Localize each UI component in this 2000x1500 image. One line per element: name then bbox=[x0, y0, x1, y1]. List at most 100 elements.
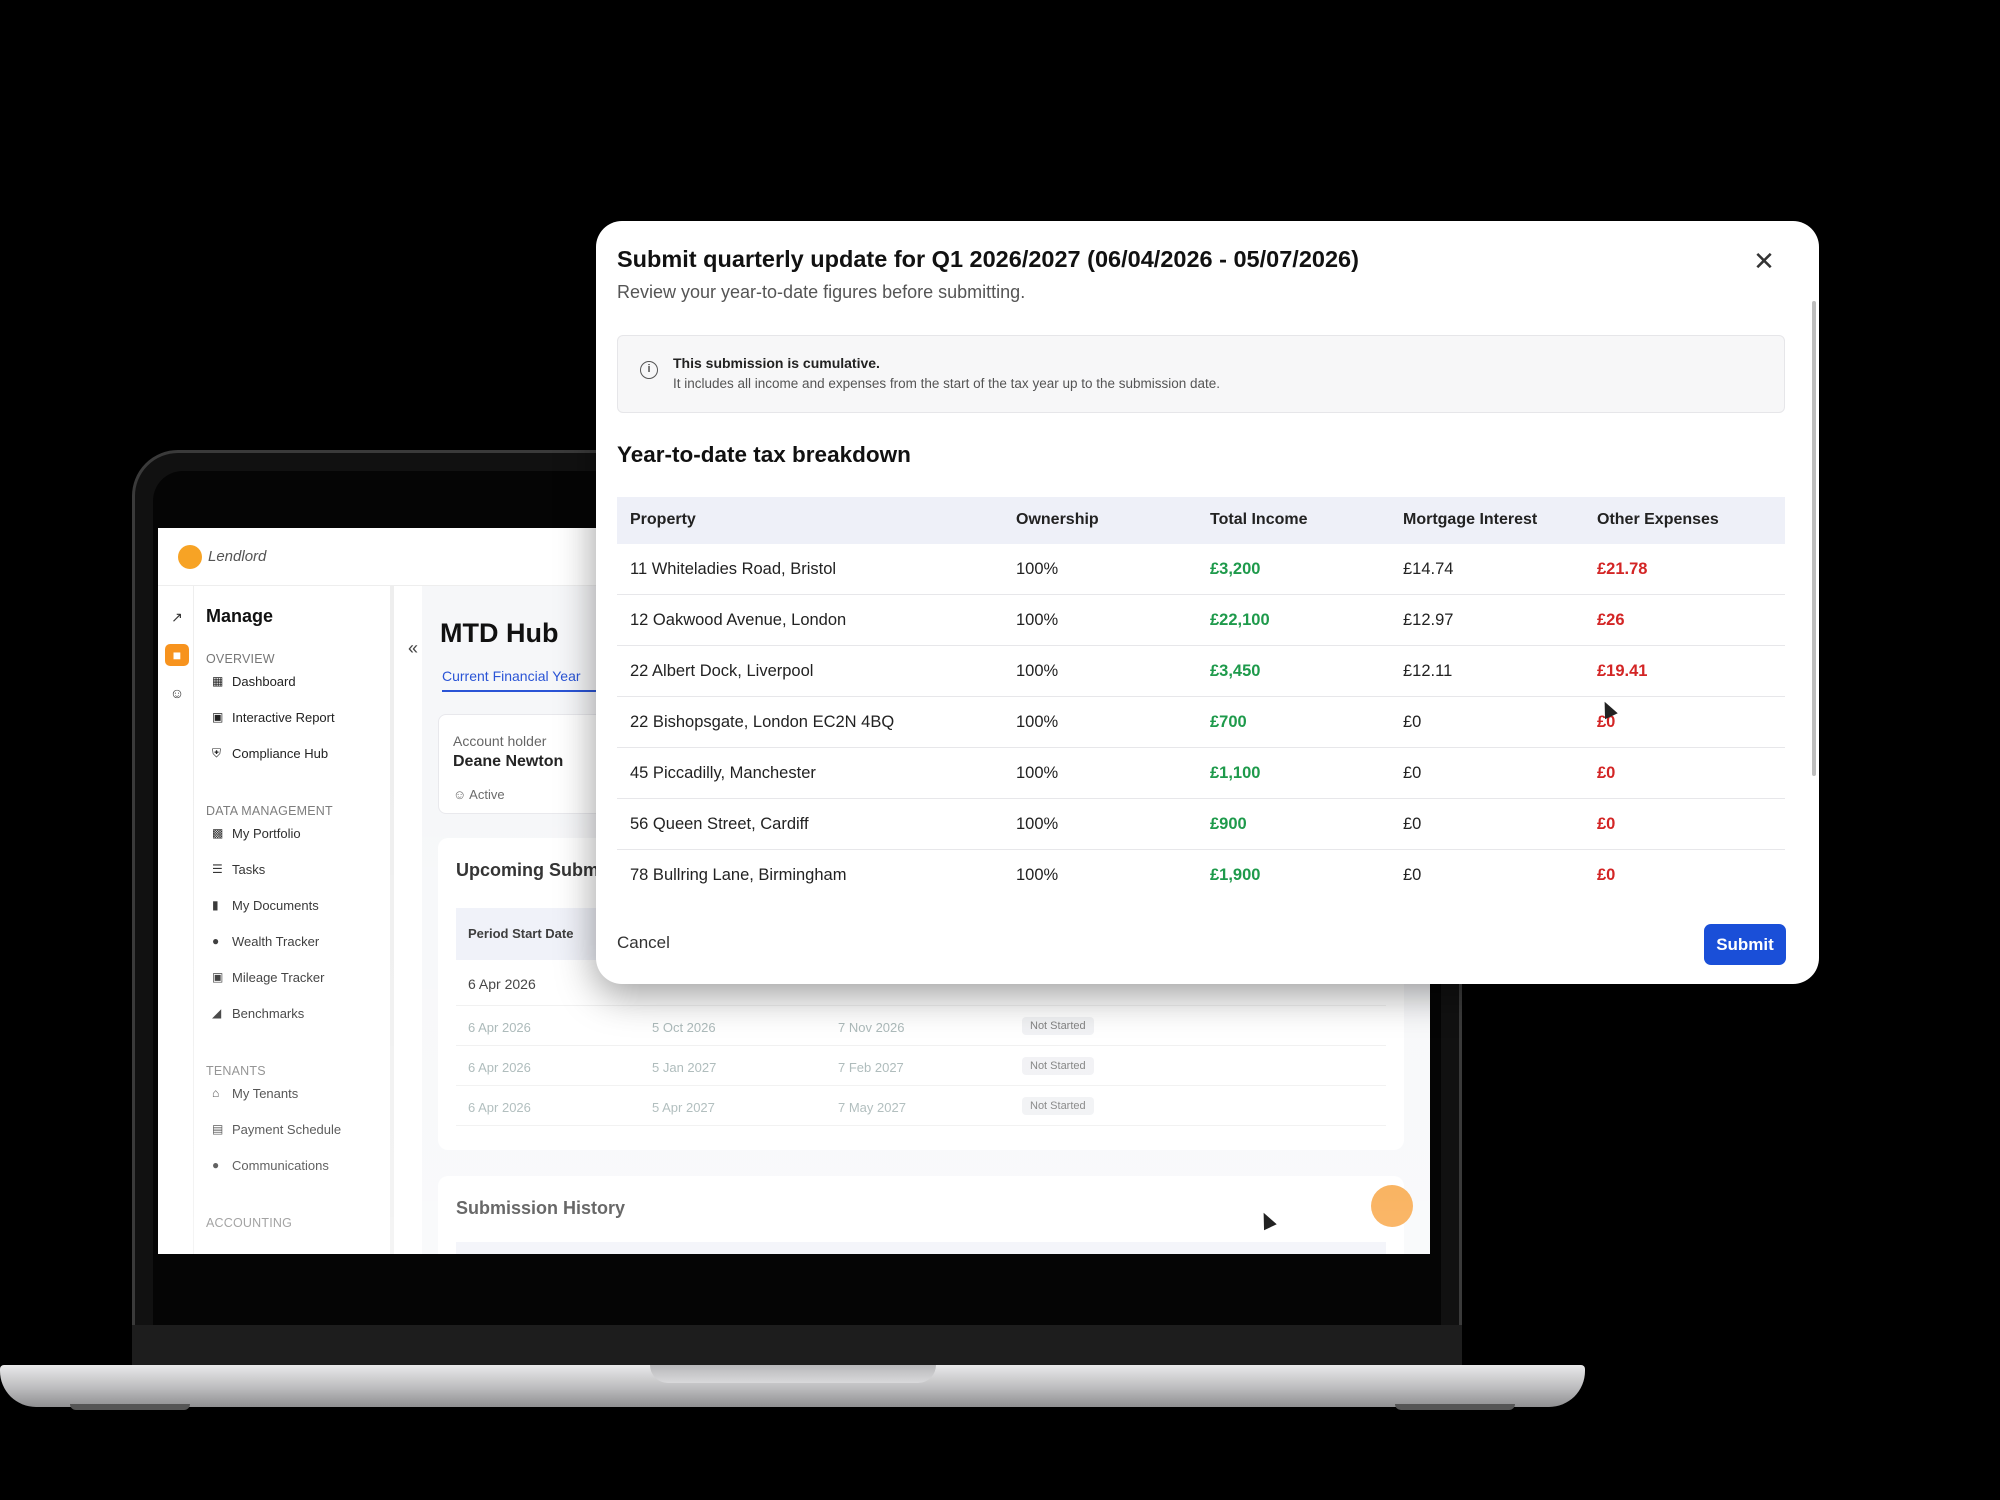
moneybag-icon: ● bbox=[212, 934, 220, 948]
laptop-bottom-bezel bbox=[132, 1325, 1462, 1370]
sidebar-item-label: Communications bbox=[232, 1157, 329, 1173]
period-end: 5 Oct 2026 bbox=[652, 1020, 716, 1035]
sidebar-item-wealth-tracker[interactable]: ● Wealth Tracker bbox=[212, 930, 319, 952]
other-expenses-cell: £0 bbox=[1597, 866, 1616, 884]
period-start: 6 Apr 2026 bbox=[468, 976, 536, 992]
other-expenses-cell: £26 bbox=[1597, 611, 1625, 629]
icon-rail: ↗ ■ ☺ bbox=[158, 586, 194, 1254]
report-icon: ▣ bbox=[212, 710, 224, 724]
income-cell: £22,100 bbox=[1210, 611, 1270, 629]
table-row: 12 Oakwood Avenue, London 100% £22,100 £… bbox=[617, 595, 1785, 646]
header-period-start: Period Start Date bbox=[468, 926, 574, 941]
page-title: MTD Hub bbox=[440, 618, 559, 648]
mortgage-cell: £12.97 bbox=[1403, 611, 1454, 629]
sidebar-item-mileage-tracker[interactable]: ▣ Mileage Tracker bbox=[212, 966, 324, 988]
property-cell: 12 Oakwood Avenue, London bbox=[630, 611, 847, 629]
other-expenses-cell: £21.78 bbox=[1597, 560, 1648, 578]
other-expenses-cell: £0 bbox=[1597, 764, 1616, 782]
modal-subtitle: Review your year-to-date figures before … bbox=[617, 282, 1026, 302]
sidebar: Manage OVERVIEW ▦ Dashboard ▣ Interactive … bbox=[194, 586, 394, 1254]
income-cell: £1,100 bbox=[1210, 764, 1261, 782]
sidebar-item-label: Wealth Tracker bbox=[232, 933, 320, 949]
manage-icon[interactable]: ■ bbox=[165, 644, 189, 666]
tab-current-financial-year[interactable]: Current Financial Year bbox=[442, 668, 602, 692]
table-row: 11 Whiteladies Road, Bristol 100% £3,200… bbox=[617, 544, 1785, 595]
property-cell: 11 Whiteladies Road, Bristol bbox=[630, 560, 837, 578]
car-icon: ▣ bbox=[212, 970, 224, 984]
table-row: 6 Apr 2026 5 Jan 2027 7 Feb 2027 Not Sta… bbox=[456, 1046, 1386, 1086]
notice-title: This submission is cumulative. bbox=[673, 355, 880, 371]
laptop-foot-right bbox=[1395, 1404, 1515, 1410]
sidebar-title: Manage bbox=[206, 606, 274, 626]
due-date: 7 May 2027 bbox=[838, 1100, 906, 1115]
period-end: 5 Apr 2027 bbox=[652, 1100, 715, 1115]
mortgage-cell: £0 bbox=[1403, 866, 1422, 884]
sidebar-item-tasks[interactable]: ☰ Tasks bbox=[212, 858, 265, 880]
period-start: 6 Apr 2026 bbox=[468, 1060, 531, 1075]
sidebar-section-overview: OVERVIEW bbox=[206, 652, 275, 666]
income-cell: £1,900 bbox=[1210, 866, 1261, 884]
ownership-cell: 100% bbox=[1016, 662, 1059, 680]
breakdown-title: Year-to-date tax breakdown bbox=[617, 442, 911, 467]
ownership-cell: 100% bbox=[1016, 815, 1059, 833]
sidebar-item-communications[interactable]: ● Communications bbox=[212, 1154, 329, 1176]
other-expenses-cell: £19.41 bbox=[1597, 662, 1648, 680]
logo-icon bbox=[178, 545, 202, 569]
logo-text: Lendlord bbox=[208, 548, 267, 565]
history-title: Submission History bbox=[456, 1198, 626, 1218]
header-other-expenses: Other Expenses bbox=[1597, 511, 1719, 528]
status-text: Active bbox=[469, 787, 505, 802]
sidebar-item-my-portfolio[interactable]: ▩ My Portfolio bbox=[212, 822, 301, 844]
sidebar-item-label: My Documents bbox=[232, 897, 319, 913]
breakdown-table-header: Property Ownership Total Income Mortgage… bbox=[617, 497, 1785, 544]
header-ownership: Ownership bbox=[1016, 511, 1099, 528]
ownership-cell: 100% bbox=[1016, 560, 1059, 578]
status-badge: Not Started bbox=[1022, 1017, 1094, 1035]
upcoming-title: Upcoming Submi bbox=[456, 860, 604, 880]
sidebar-item-my-documents[interactable]: ▮ My Documents bbox=[212, 894, 319, 916]
grid-icon: ▦ bbox=[212, 674, 224, 688]
sidebar-item-dashboard[interactable]: ▦ Dashboard bbox=[212, 670, 296, 692]
sidebar-item-my-tenants[interactable]: ⌂ My Tenants bbox=[212, 1082, 298, 1104]
shield-icon: ⛨ bbox=[212, 745, 222, 760]
account-status: ☺ Active bbox=[453, 787, 505, 802]
user-icon[interactable]: ☺ bbox=[165, 682, 189, 704]
sidebar-item-interactive-report[interactable]: ▣ Interactive Report bbox=[212, 706, 335, 728]
modal-scrollbar[interactable] bbox=[1812, 301, 1816, 776]
table-row: 22 Albert Dock, Liverpool 100% £3,450 £1… bbox=[617, 646, 1785, 697]
chat-fab-button[interactable] bbox=[1371, 1185, 1413, 1227]
status-badge: Not Started bbox=[1022, 1057, 1094, 1075]
table-row: 6 Apr 2026 5 Apr 2027 7 May 2027 Not Sta… bbox=[456, 1086, 1386, 1126]
sidebar-item-label: Dashboard bbox=[232, 673, 296, 689]
sidebar-item-payment-schedule[interactable]: ▤ Payment Schedule bbox=[212, 1118, 341, 1140]
chat-icon: ● bbox=[212, 1158, 220, 1172]
collapse-sidebar-icon[interactable]: « bbox=[408, 638, 418, 659]
sidebar-item-label: My Tenants bbox=[232, 1085, 299, 1101]
sidebar-item-compliance-hub[interactable]: ⛨ Compliance Hub bbox=[212, 742, 328, 764]
laptop-foot-left bbox=[70, 1404, 190, 1410]
sidebar-item-benchmarks[interactable]: ◢ Benchmarks bbox=[212, 1002, 304, 1024]
submit-button[interactable]: Submit bbox=[1704, 924, 1786, 965]
history-table-header bbox=[456, 1242, 1386, 1254]
table-row: 78 Bullring Lane, Birmingham 100% £1,900… bbox=[617, 850, 1785, 901]
close-icon[interactable]: ✕ bbox=[1748, 245, 1780, 277]
sidebar-section-accounting: ACCOUNTING bbox=[206, 1216, 293, 1230]
property-cell: 45 Piccadilly, Manchester bbox=[630, 764, 816, 782]
table-row: 56 Queen Street, Cardiff 100% £900 £0 £0 bbox=[617, 799, 1785, 850]
property-cell: 22 Albert Dock, Liverpool bbox=[630, 662, 814, 680]
home-icon: ⌂ bbox=[212, 1086, 220, 1100]
period-end: 5 Jan 2027 bbox=[652, 1060, 717, 1075]
due-date: 7 Feb 2027 bbox=[838, 1060, 904, 1075]
info-icon: i bbox=[640, 361, 658, 379]
table-row: 6 Apr 2026 5 Oct 2026 7 Nov 2026 Not Sta… bbox=[456, 1006, 1386, 1046]
property-cell: 78 Bullring Lane, Birmingham bbox=[630, 866, 847, 884]
sidebar-item-label: Compliance Hub bbox=[232, 745, 329, 761]
stage: Lendlord ↗ ■ ☺ Manage OVERVIEW ▦ Dashboar… bbox=[0, 0, 2000, 1500]
chart-line-icon[interactable]: ↗ bbox=[165, 606, 189, 628]
sidebar-item-label: Tasks bbox=[232, 861, 266, 877]
list-icon: ☰ bbox=[212, 862, 223, 876]
table-row: 45 Piccadilly, Manchester 100% £1,100 £0… bbox=[617, 748, 1785, 799]
cancel-button[interactable]: Cancel bbox=[617, 933, 670, 953]
account-holder-label: Account holder bbox=[453, 733, 547, 749]
income-cell: £900 bbox=[1210, 815, 1247, 833]
